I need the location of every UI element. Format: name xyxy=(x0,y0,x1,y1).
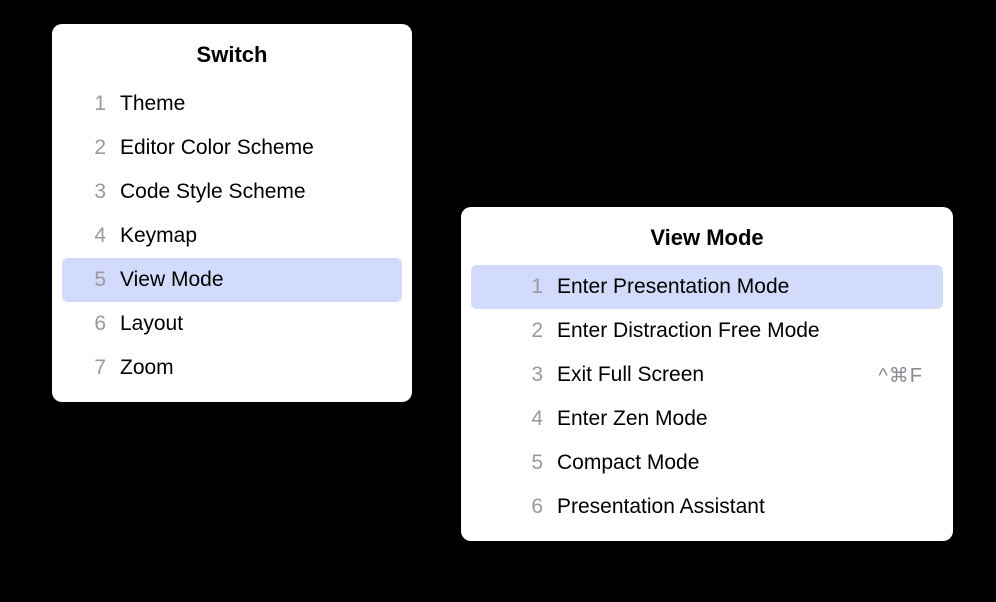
switch-item-layout[interactable]: 6 Layout xyxy=(62,302,402,346)
switch-item-keymap[interactable]: 4 Keymap xyxy=(62,214,402,258)
item-label: View Mode xyxy=(120,268,384,292)
item-label: Layout xyxy=(120,312,384,336)
item-number: 1 xyxy=(80,92,106,116)
viewmode-item-presentation-assistant[interactable]: 6 Presentation Assistant xyxy=(471,485,943,529)
item-label: Exit Full Screen xyxy=(557,363,878,387)
item-shortcut: ^⌘F xyxy=(878,363,923,388)
item-number: 6 xyxy=(80,312,106,336)
switch-popup: Switch 1 Theme 2 Editor Color Scheme 3 C… xyxy=(52,24,412,402)
item-label: Code Style Scheme xyxy=(120,180,384,204)
item-number: 5 xyxy=(481,451,543,475)
viewmode-popup: View Mode 1 Enter Presentation Mode 2 En… xyxy=(461,207,953,541)
viewmode-item-compact-mode[interactable]: 5 Compact Mode xyxy=(471,441,943,485)
viewmode-item-enter-presentation-mode[interactable]: 1 Enter Presentation Mode xyxy=(471,265,943,309)
viewmode-menu-list: 1 Enter Presentation Mode 2 Enter Distra… xyxy=(461,265,953,529)
item-label: Keymap xyxy=(120,224,384,248)
item-label: Compact Mode xyxy=(557,451,923,475)
switch-item-editor-color-scheme[interactable]: 2 Editor Color Scheme xyxy=(62,126,402,170)
switch-item-code-style-scheme[interactable]: 3 Code Style Scheme xyxy=(62,170,402,214)
viewmode-popup-title: View Mode xyxy=(461,207,953,265)
switch-item-view-mode[interactable]: 5 View Mode xyxy=(62,258,402,302)
viewmode-item-exit-full-screen[interactable]: 3 Exit Full Screen ^⌘F xyxy=(471,353,943,397)
viewmode-item-enter-distraction-free-mode[interactable]: 2 Enter Distraction Free Mode xyxy=(471,309,943,353)
item-number: 2 xyxy=(80,136,106,160)
item-label: Enter Distraction Free Mode xyxy=(557,319,923,343)
switch-popup-title: Switch xyxy=(52,24,412,82)
item-number: 5 xyxy=(80,268,106,292)
item-number: 2 xyxy=(481,319,543,343)
item-number: 6 xyxy=(481,495,543,519)
item-number: 7 xyxy=(80,356,106,380)
item-label: Enter Presentation Mode xyxy=(557,275,923,299)
item-number: 1 xyxy=(481,275,543,299)
item-label: Editor Color Scheme xyxy=(120,136,384,160)
item-number: 4 xyxy=(80,224,106,248)
item-label: Enter Zen Mode xyxy=(557,407,923,431)
item-label: Presentation Assistant xyxy=(557,495,923,519)
switch-menu-list: 1 Theme 2 Editor Color Scheme 3 Code Sty… xyxy=(52,82,412,390)
item-number: 3 xyxy=(80,180,106,204)
viewmode-item-enter-zen-mode[interactable]: 4 Enter Zen Mode xyxy=(471,397,943,441)
switch-item-theme[interactable]: 1 Theme xyxy=(62,82,402,126)
item-number: 4 xyxy=(481,407,543,431)
item-label: Theme xyxy=(120,92,384,116)
item-label: Zoom xyxy=(120,356,384,380)
item-number: 3 xyxy=(481,363,543,387)
switch-item-zoom[interactable]: 7 Zoom xyxy=(62,346,402,390)
